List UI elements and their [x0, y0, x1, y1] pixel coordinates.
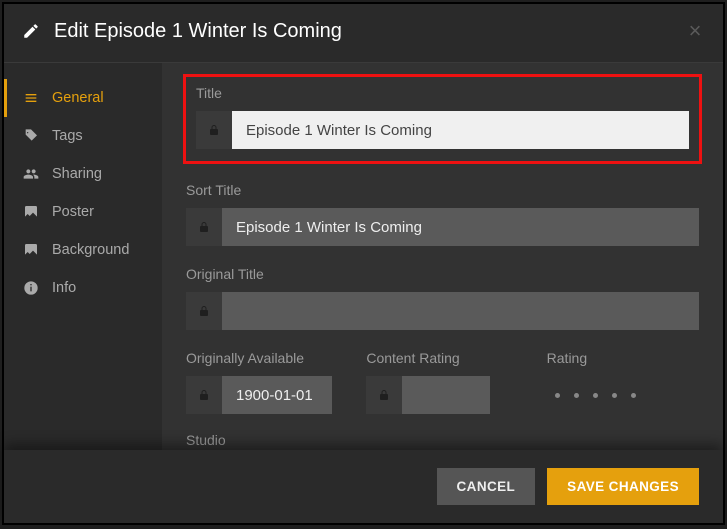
original-title-input[interactable] — [222, 292, 699, 330]
sort-title-input[interactable] — [222, 208, 699, 246]
field-original-title-group: Original Title — [186, 266, 699, 330]
close-button[interactable]: × — [685, 18, 705, 44]
image-icon — [22, 242, 40, 258]
original-title-label: Original Title — [186, 266, 699, 282]
sidebar-item-label: General — [52, 90, 104, 106]
lock-icon[interactable] — [186, 292, 222, 330]
sidebar-item-info[interactable]: Info — [4, 269, 162, 307]
tag-icon — [22, 128, 40, 144]
sidebar-item-tags[interactable]: Tags — [4, 117, 162, 155]
info-icon — [22, 280, 40, 296]
sidebar-item-background[interactable]: Background — [4, 231, 162, 269]
originally-available-input[interactable] — [222, 376, 332, 414]
sidebar-item-label: Tags — [52, 128, 83, 144]
sidebar-item-sharing[interactable]: Sharing — [4, 155, 162, 193]
row-three-fields: Originally Available Content Rating — [186, 350, 699, 414]
form-panel: Title Sort Title Original — [162, 63, 723, 450]
sidebar-item-poster[interactable]: Poster — [4, 193, 162, 231]
dialog-header: Edit Episode 1 Winter Is Coming × — [4, 4, 723, 63]
rating-dots[interactable] — [547, 376, 699, 414]
sidebar-item-general[interactable]: General — [4, 79, 162, 117]
list-icon — [22, 90, 40, 106]
content-rating-label: Content Rating — [366, 350, 518, 366]
lock-icon[interactable] — [196, 111, 232, 149]
field-studio-group: Studio — [186, 432, 699, 450]
sidebar-item-label: Poster — [52, 204, 94, 220]
title-label: Title — [196, 85, 689, 101]
sidebar-item-label: Background — [52, 242, 129, 258]
rating-label: Rating — [547, 350, 699, 366]
originally-available-label: Originally Available — [186, 350, 338, 366]
field-rating: Rating — [547, 350, 699, 414]
people-icon — [22, 166, 40, 182]
lock-icon[interactable] — [186, 208, 222, 246]
edit-icon — [22, 22, 40, 40]
field-originally-available: Originally Available — [186, 350, 338, 414]
lock-icon[interactable] — [186, 376, 222, 414]
studio-label: Studio — [186, 432, 699, 448]
dialog-footer: CANCEL SAVE CHANGES — [4, 450, 723, 523]
image-icon — [22, 204, 40, 220]
sidebar-item-label: Info — [52, 280, 76, 296]
sidebar: General Tags Sharing Poster — [4, 63, 162, 450]
field-content-rating: Content Rating — [366, 350, 518, 414]
title-input[interactable] — [232, 111, 689, 149]
lock-icon[interactable] — [366, 376, 402, 414]
save-button[interactable]: SAVE CHANGES — [547, 468, 699, 505]
field-sort-title-group: Sort Title — [186, 182, 699, 246]
sidebar-item-label: Sharing — [52, 166, 102, 182]
dialog-title: Edit Episode 1 Winter Is Coming — [54, 20, 685, 43]
cancel-button[interactable]: CANCEL — [437, 468, 536, 505]
content-rating-input[interactable] — [402, 376, 490, 414]
sort-title-label: Sort Title — [186, 182, 699, 198]
field-title-group: Title — [183, 74, 702, 164]
